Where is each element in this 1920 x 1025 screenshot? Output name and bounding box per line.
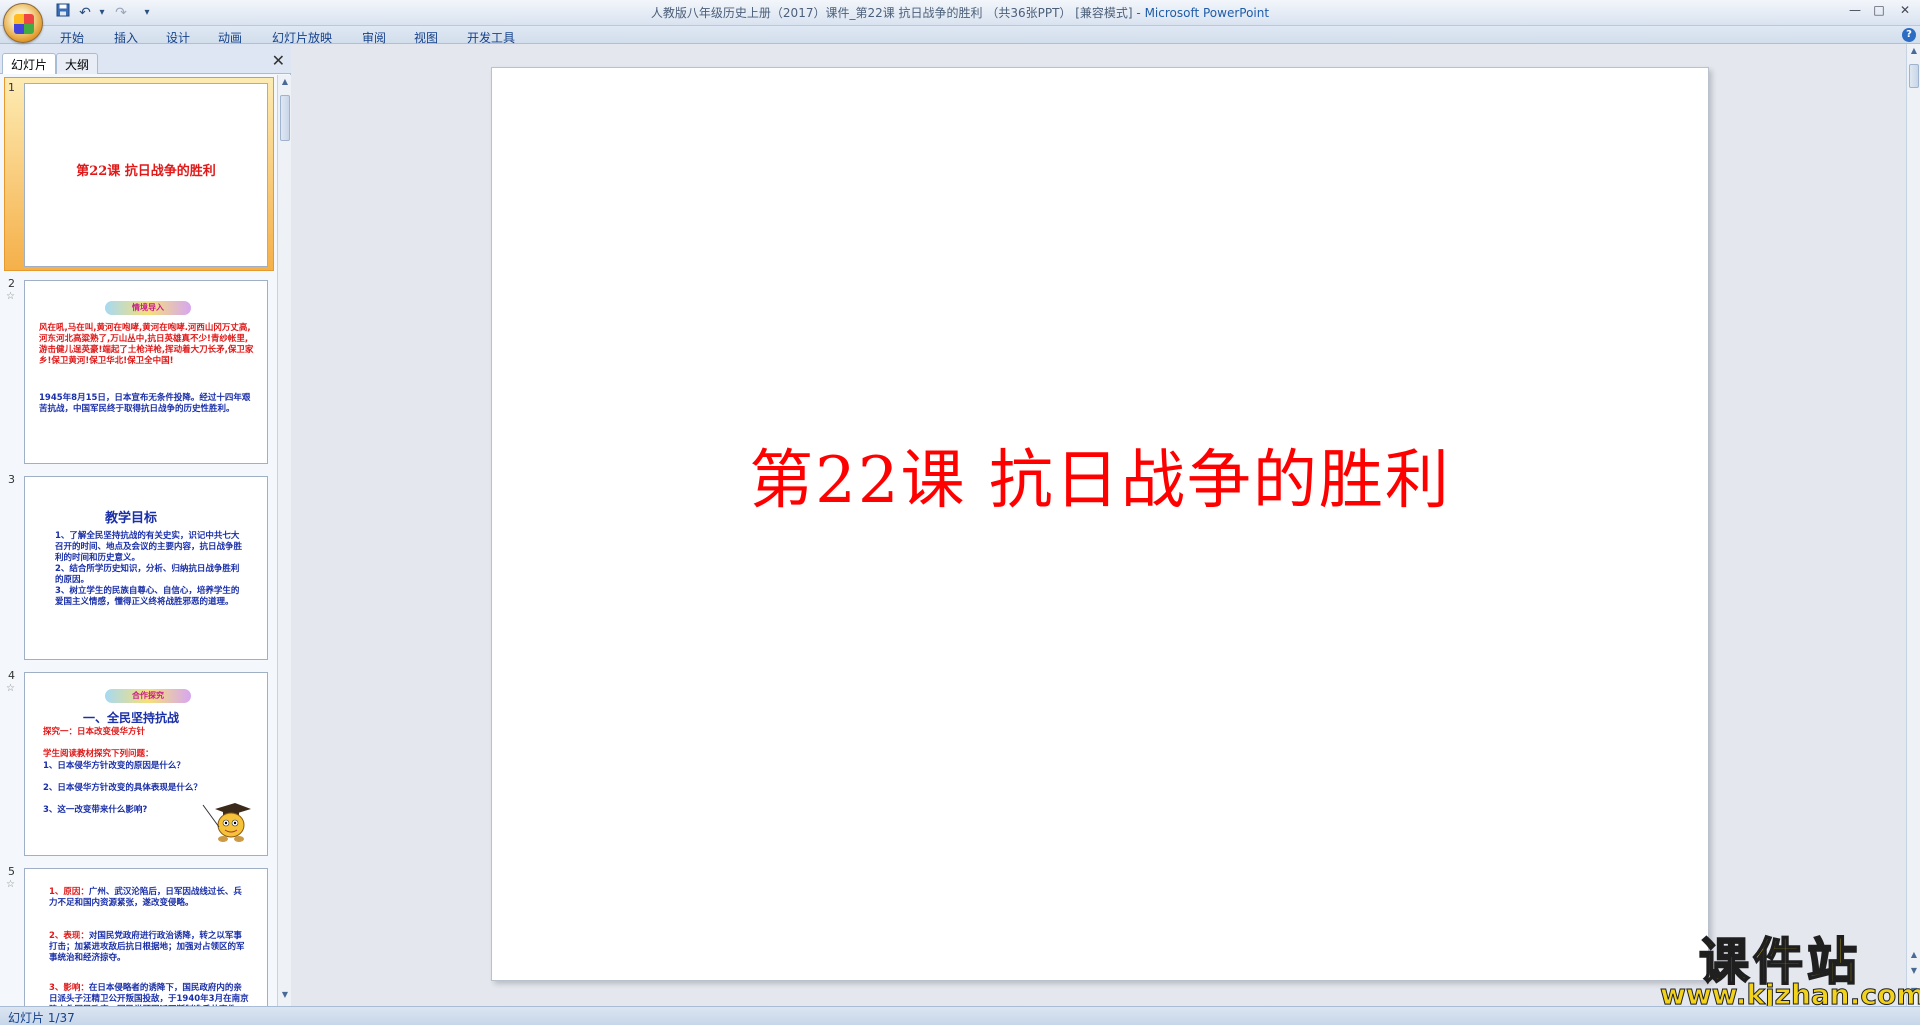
cartoon-teacher-icon (202, 803, 251, 842)
thumbnail-list: 1 第22课 抗日战争的胜利 2 ☆ 情境导入 风在吼,马在叫,黄河在咆哮,黄河… (0, 75, 276, 1006)
close-button[interactable]: ✕ (1894, 2, 1916, 20)
scroll-up-icon[interactable]: ▲ (1909, 46, 1919, 58)
badge-label: 情境导入 (132, 303, 164, 312)
animation-star-icon: ☆ (6, 879, 15, 890)
thumbnail-list-item: 3、树立学生的民族自尊心、自信心，培养学生的爱国主义情感，懂得正义终将战胜邪恶的… (55, 586, 240, 607)
slide-title[interactable]: 第22课 抗日战争的胜利 (492, 429, 1708, 521)
thumbnail-number: 2 (8, 277, 15, 290)
thumbnail-paragraph: 风在吼,马在叫,黄河在咆哮,黄河在咆哮.河西山冈万丈高,河东河北高粱熟了,万山丛… (39, 323, 254, 366)
thumbnail-title: 一、全民坚持抗战 (82, 711, 179, 725)
thumbnail-question: 3、这一改变带来什么影响? (43, 805, 148, 815)
window-title: 人教版八年级历史上册（2017）课件_第22课 抗日战争的胜利 （共36张PPT… (0, 4, 1920, 21)
section-badge: 合作探究 (105, 689, 191, 703)
thumbnail-slide-1[interactable]: 第22课 抗日战争的胜利 (24, 83, 268, 267)
thumbnail-list-item: 1、了解全民坚持抗战的有关史实，识记中共七大召开的时间、地点及会议的主要内容，抗… (55, 531, 243, 563)
document-title: 人教版八年级历史上册（2017）课件_第22课 抗日战争的胜利 （共36张PPT… (650, 6, 1145, 20)
paragraph-label: 3、影响： (49, 983, 89, 993)
close-panel-icon[interactable]: ✕ (272, 53, 285, 69)
thumbnail-scrollbar[interactable]: ▲ ▼ (277, 75, 291, 1006)
app-name: Microsoft PowerPoint (1144, 6, 1270, 20)
paragraph-label: 1、原因： (49, 887, 89, 897)
paragraph-label: 2、表现： (49, 931, 89, 941)
office-logo-icon (14, 14, 34, 34)
thumbnail-subtitle: 探究一：日本改变侵华方针 (43, 727, 146, 737)
thumbnail-number: 1 (8, 81, 15, 94)
minimize-button[interactable]: — (1844, 2, 1866, 20)
scroll-down-icon[interactable]: ▼ (280, 990, 290, 1002)
help-icon[interactable]: ? (1902, 28, 1916, 42)
office-button[interactable] (3, 3, 43, 43)
thumbnail-slide-5[interactable]: 1、原因：广州、武汉沦陷后，日军因战线过长、兵力不足和国内资源紧张，遂改变侵略。… (24, 868, 268, 1006)
thumbnail-slide-4[interactable]: 合作探究 一、全民坚持抗战 探究一：日本改变侵华方针 学生阅读教材探究下列问题：… (24, 672, 268, 856)
badge-label: 合作探究 (132, 691, 164, 700)
thumbnail-paragraph: 2、表现：对国民党政府进行政治诱降，转之以军事打击；加紧进攻敌后抗日根据地；加强… (49, 931, 249, 964)
panel-tabs: 幻灯片 大纲 ✕ (0, 44, 291, 74)
thumbnail-list-item: 2、结合所学历史知识，分析、归纳抗日战争胜利的原因。 (55, 564, 240, 585)
scroll-up-icon[interactable]: ▲ (280, 77, 290, 89)
tab-outline[interactable]: 大纲 (56, 53, 99, 74)
thumbnail-slide-2[interactable]: 情境导入 风在吼,马在叫,黄河在咆哮,黄河在咆哮.河西山冈万丈高,河东河北高粱熟… (24, 280, 268, 464)
thumbnail-number: 3 (8, 473, 15, 486)
title-bar: ↶ ▾ ↷ ▾ 人教版八年级历史上册（2017）课件_第22课 抗日战争的胜利 … (0, 0, 1920, 43)
maximize-button[interactable]: □ (1868, 2, 1890, 20)
slides-panel: 幻灯片 大纲 ✕ 1 第22课 抗日战争的胜利 2 ☆ 情境导入 风在吼,马在叫… (0, 44, 291, 1006)
animation-star-icon: ☆ (6, 291, 15, 302)
thumbnail-prompt: 学生阅读教材探究下列问题： (43, 749, 154, 759)
scroll-thumb[interactable] (280, 95, 290, 141)
slide-canvas[interactable]: 第22课 抗日战争的胜利 (491, 67, 1709, 981)
thumbnail-paragraph: 1、原因：广州、武汉沦陷后，日军因战线过长、兵力不足和国内资源紧张，遂改变侵略。 (49, 887, 249, 909)
thumbnail-paragraph: 1945年8月15日，日本宣布无条件投降。经过十四年艰苦抗战，中国军民终于取得抗… (39, 393, 251, 414)
thumbnail-paragraph: 3、影响：在日本侵略者的诱降下，国民政府内的亲日派头子汪精卫公开叛国投敌，于19… (49, 983, 249, 1006)
animation-star-icon: ☆ (6, 683, 15, 694)
slide-editor: 第22课 抗日战争的胜利 (292, 44, 1906, 1006)
watermark: 课件站 www.kjzhan.com (1660, 922, 1920, 1012)
scroll-thumb[interactable] (1909, 64, 1919, 88)
thumbnail-question: 1、日本侵华方针改变的原因是什么？ (43, 761, 185, 771)
next-slide-icon[interactable]: ▼ (1909, 966, 1919, 978)
editor-scrollbar[interactable]: ▲ ▲ ▼ ▼ (1906, 44, 1920, 1006)
tab-slides[interactable]: 幻灯片 (2, 53, 57, 74)
thumbnail-number: 4 (8, 669, 15, 682)
thumbnail-number: 5 (8, 865, 15, 878)
thumbnail-title: 教学目标 (104, 511, 157, 526)
thumbnail-question: 2、日本侵华方针改变的具体表现是什么？ (43, 783, 202, 793)
thumbnail-title: 第22课 抗日战争的胜利 (76, 164, 216, 179)
thumbnail-slide-3[interactable]: 教学目标 1、了解全民坚持抗战的有关史实，识记中共七大召开的时间、地点及会议的主… (24, 476, 268, 660)
ribbon-tabs: 开始 插入 设计 动画 幻灯片放映 审阅 视图 开发工具 ? (0, 26, 1920, 45)
status-bar: 幻灯片 1/37 (0, 1006, 1920, 1025)
previous-slide-icon[interactable]: ▲ (1909, 950, 1919, 962)
slide-counter: 幻灯片 1/37 (8, 1011, 75, 1025)
section-badge: 情境导入 (105, 301, 191, 315)
